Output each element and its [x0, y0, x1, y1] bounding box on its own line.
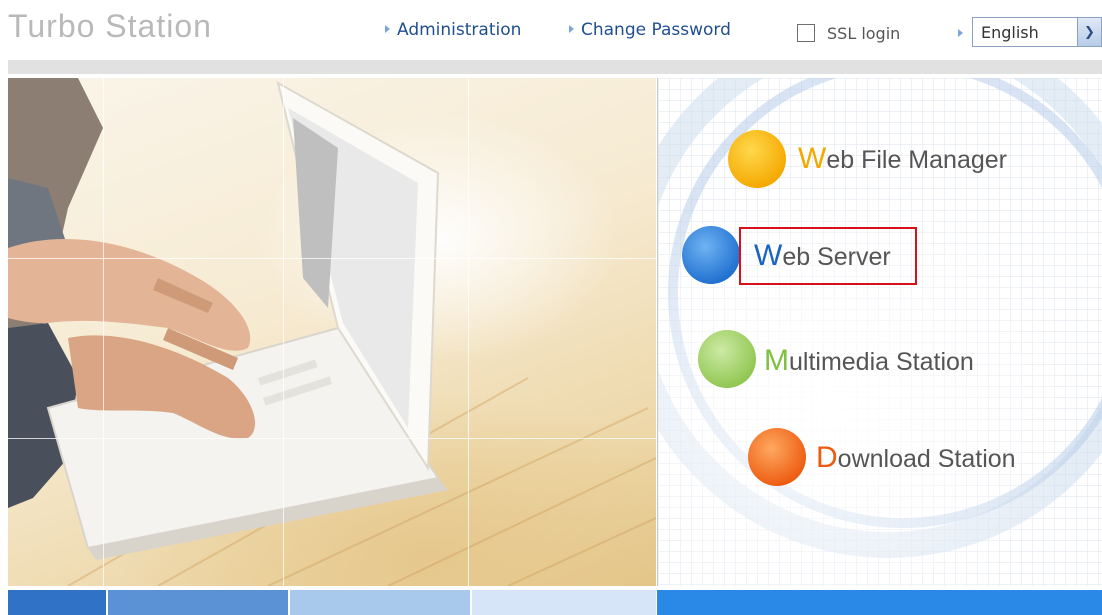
menu-item-multimedia-station[interactable]: Multimedia Station: [698, 330, 1018, 390]
change-password-link[interactable]: Change Password: [569, 20, 731, 40]
footer-bar-segment: [472, 590, 656, 615]
brand-title: Turbo Station: [8, 8, 212, 44]
menu-label-web-file-manager: Web File Manager: [798, 142, 1007, 176]
chevron-down-icon[interactable]: ❯: [1077, 18, 1101, 46]
change-password-link-label: Change Password: [581, 20, 731, 40]
footer-bar-segment: [657, 590, 1102, 615]
administration-link-label: Administration: [397, 20, 522, 40]
hero-image: [8, 78, 656, 586]
header-bar: Turbo Station Administration Change Pass…: [0, 0, 1102, 60]
ssl-login-label: SSL login: [827, 23, 901, 43]
grid-line: [283, 78, 284, 586]
menu-label-rest: ultimedia Station: [789, 348, 974, 376]
language-select-value: English: [981, 22, 1039, 42]
grid-line: [103, 78, 104, 586]
menu-item-web-file-manager[interactable]: Web File Manager: [728, 130, 1048, 190]
web-server-highlight-box: [739, 227, 917, 285]
menu-label-multimedia-station: Multimedia Station: [764, 344, 974, 378]
orange-orb-icon: [748, 428, 806, 486]
grid-line: [468, 78, 469, 586]
blue-orb-icon: [682, 226, 740, 284]
yellow-orb-icon: [728, 130, 786, 188]
menu-label-rest: ownload Station: [837, 445, 1016, 473]
administration-link[interactable]: Administration: [385, 20, 521, 40]
menu-initial: D: [816, 441, 838, 474]
green-orb-icon: [698, 330, 756, 388]
ssl-login-checkbox[interactable]: SSL login: [797, 22, 900, 44]
language-select[interactable]: English ❯: [972, 17, 1102, 47]
link-arrow-icon: [569, 25, 574, 33]
footer-bar-segment: [8, 590, 106, 615]
link-arrow-icon: [385, 25, 390, 33]
menu-label-rest: eb File Manager: [826, 146, 1007, 174]
footer-bar-segment: [108, 590, 288, 615]
menu-label-download-station: Download Station: [816, 441, 1016, 475]
grid-line: [8, 438, 656, 439]
language-arrow-icon: [958, 29, 963, 37]
menu-item-download-station[interactable]: Download Station: [748, 428, 1048, 488]
footer-bar-segment: [290, 590, 470, 615]
grid-line: [8, 258, 656, 259]
laptop-hands-illustration: [8, 78, 656, 586]
header-separator: [8, 60, 1102, 74]
menu-initial: M: [764, 344, 789, 377]
menu-initial: W: [798, 142, 827, 175]
ssl-checkbox-box[interactable]: [797, 24, 815, 42]
